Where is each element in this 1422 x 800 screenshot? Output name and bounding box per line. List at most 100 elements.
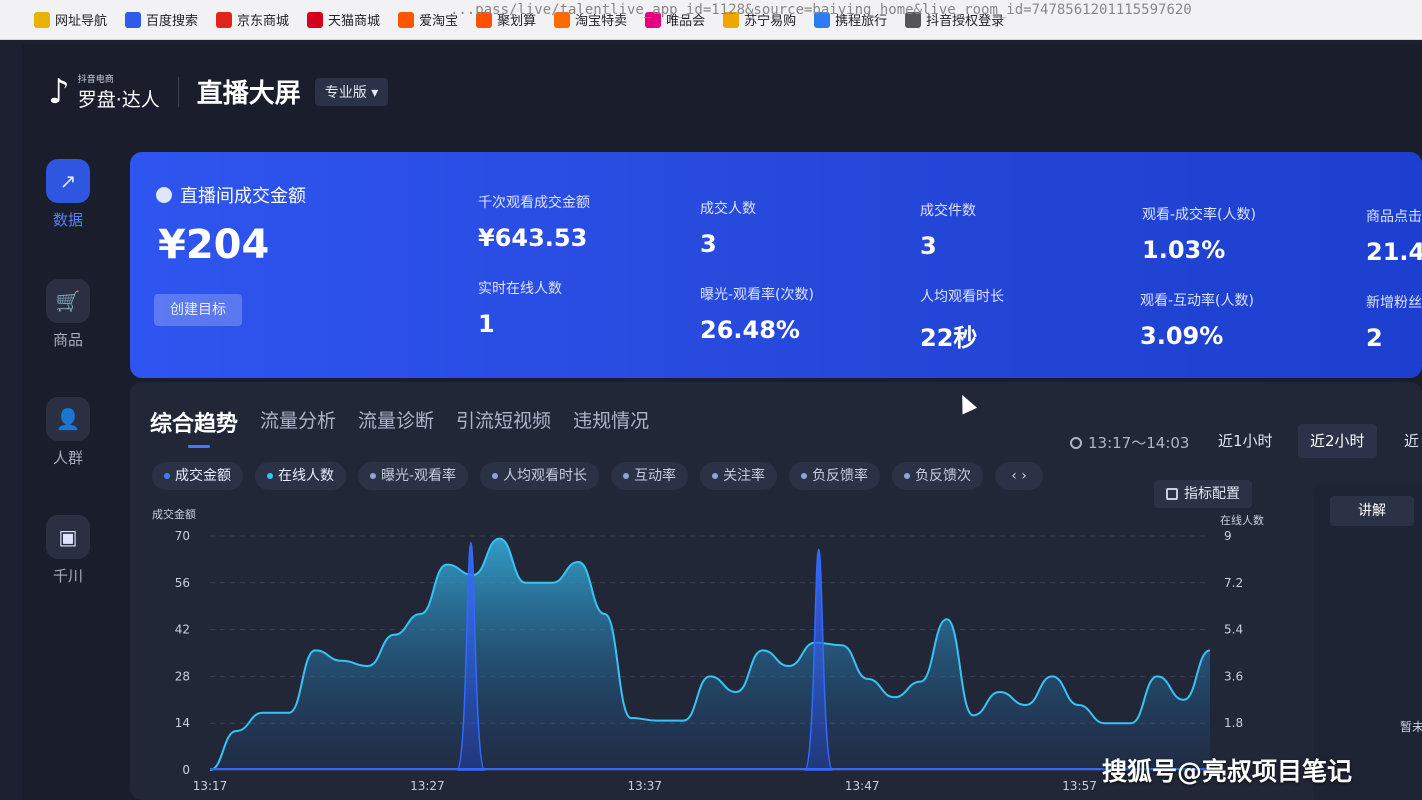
bookmark-label: 百度搜索 (146, 14, 199, 29)
bookmark-label: 天猫商城 (328, 14, 381, 29)
metric-value: 3 (700, 230, 717, 258)
metric-value: 26.48% (700, 316, 800, 344)
chip-exposure-rate[interactable]: 曝光-观看率 (358, 462, 469, 490)
metric-watch-time: 人均观看时长 22秒 (920, 286, 1004, 353)
gmv-label-text: 直播间成交金额 (180, 186, 306, 207)
douyin-logo-icon: ♪ (48, 71, 70, 112)
sidebar-item-qianchuan[interactable]: ▣ 千川 (40, 515, 96, 586)
metric-new-fans: 新增粉丝 2 (1366, 292, 1422, 352)
page-title: 直播大屏 (196, 79, 301, 109)
watermark: 搜狐号@亮叔项目笔记 (1102, 757, 1353, 786)
tab-violations[interactable]: 违规情况 (573, 406, 649, 438)
y-tick-label-right: 3.6 (1224, 669, 1243, 683)
gmv-label: 直播间成交金额 (156, 182, 306, 208)
tab-short-video[interactable]: 引流短视频 (456, 406, 551, 438)
chip-label: 成交金额 (175, 468, 231, 484)
chip-negative-count[interactable]: 负反馈次 (892, 462, 984, 490)
tmall-icon (307, 11, 324, 28)
chip-label: 负反馈率 (812, 468, 869, 484)
metric-buyers: 成交人数 3 (700, 198, 756, 258)
x-tick-label: 13:17 (193, 779, 228, 793)
y-axis-label-right: 在线人数 (1220, 513, 1264, 527)
bookmark-item[interactable]: 网址导航 (34, 10, 107, 29)
y-axis-label-left: 成交金额 (152, 507, 196, 521)
baidu-paw-icon (125, 11, 142, 28)
y-tick-label-right: 5.4 (1224, 623, 1243, 637)
metric-value: 1 (478, 310, 495, 338)
y-tick-label-left: 28 (175, 669, 190, 683)
clock-icon (1070, 436, 1082, 449)
logo-subtitle: 抖音电商 (77, 74, 114, 85)
metric-label: 实时在线人数 (478, 281, 562, 297)
sidebar-item-label: 数据 (52, 211, 83, 229)
globe-icon (34, 11, 50, 28)
sidebar: ↗ 数据 🛒 商品 👤 人群 ▣ 千川 (22, 139, 112, 800)
chip-online[interactable]: 在线人数 (255, 462, 346, 490)
metric-label: 观看-互动率(人数) (1140, 293, 1254, 309)
compass-live-screen: ♪ 抖音电商 罗盘·达人 直播大屏 专业版 ▾ ↗ 数据 🛒 商品 👤 人群 ▣… (22, 44, 1422, 800)
people-icon: 👤 (46, 397, 90, 441)
metric-conversion: 观看-成交率(人数) 1.03% (1142, 204, 1256, 264)
url-fragment[interactable]: ...pass/live/talentlive_app_id=1128&sour… (450, 2, 1192, 18)
metric-value: 3.09% (1140, 322, 1224, 350)
metric-label: 商品点击 (1366, 209, 1422, 225)
jd-icon (216, 11, 233, 28)
sidebar-item-data[interactable]: ↗ 数据 (40, 159, 96, 230)
info-icon (156, 187, 172, 203)
metric-label: 曝光-观看率(次数) (700, 287, 814, 303)
time-range: 13:17～14:03 (1070, 432, 1189, 453)
edition-label: 专业版 (324, 84, 367, 101)
metric-label: 人均观看时长 (920, 289, 1004, 305)
chip-gmv[interactable]: 成交金额 (152, 462, 243, 490)
chip-label: 曝光-观看率 (381, 468, 457, 484)
gmv-value: ¥204 (158, 222, 270, 268)
tab-traffic-analysis[interactable]: 流量分析 (260, 406, 336, 438)
chip-label: 人均观看时长 (503, 468, 588, 484)
bookmark-item[interactable]: 京东商城 (216, 10, 289, 29)
metric-online: 实时在线人数 1 (478, 278, 562, 338)
chip-watch-time[interactable]: 人均观看时长 (480, 462, 600, 490)
chip-follow[interactable]: 关注率 (700, 462, 778, 490)
edition-dropdown[interactable]: 专业版 ▾ (314, 77, 389, 106)
chip-label: 互动率 (634, 468, 677, 484)
logo-title: 罗盘·达人 (77, 88, 160, 111)
x-tick-label: 13:47 (845, 779, 880, 793)
y-tick-label-left: 70 (175, 529, 190, 543)
kpi-card: 直播间成交金额 ¥204 创建目标 千次观看成交金额 ¥643.53 实时在线人数… (130, 152, 1422, 378)
metric-product-click: 商品点击 21.43 (1366, 206, 1422, 266)
bookmark-item[interactable]: 百度搜索 (125, 10, 198, 29)
x-tick-label: 13:37 (627, 779, 662, 793)
y-tick-label-right: 9 (1224, 529, 1232, 543)
metric-gpm: 千次观看成交金额 ¥643.53 (478, 192, 590, 252)
chip-scroll-arrows[interactable]: ‹ › (995, 462, 1044, 490)
app-logo[interactable]: ♪ 抖音电商 罗盘·达人 (48, 72, 160, 112)
bookmark-item[interactable]: 天猫商城 (307, 10, 380, 29)
sidebar-item-audience[interactable]: 👤 人群 (40, 397, 96, 468)
metric-label: 成交件数 (920, 203, 976, 219)
explain-tab[interactable]: 讲解 (1330, 496, 1414, 526)
metric-items: 成交件数 3 (920, 200, 976, 260)
y-tick-label-left: 0 (182, 763, 190, 777)
online-area (210, 538, 1210, 770)
taobao-icon (398, 11, 415, 28)
qianchuan-icon: ▣ (46, 515, 90, 559)
trend-panel: 综合趋势 流量分析 流量诊断 引流短视频 违规情况 13:17～14:03 近1… (130, 382, 1422, 800)
x-tick-label: 13:27 (410, 779, 445, 793)
bookmark-label: 京东商城 (237, 14, 290, 29)
y-tick-label-left: 42 (175, 623, 190, 637)
top-bar: ♪ 抖音电商 罗盘·达人 直播大屏 专业版 ▾ (22, 44, 1422, 139)
metric-value: 2 (1366, 324, 1383, 352)
tab-overall-trend[interactable]: 综合趋势 (150, 406, 238, 448)
chip-interaction[interactable]: 互动率 (611, 462, 689, 490)
range-2h-button[interactable]: 近2小时 (1298, 424, 1377, 458)
range-1h-button[interactable]: 近1小时 (1206, 424, 1285, 458)
tab-traffic-diagnosis[interactable]: 流量诊断 (358, 406, 434, 438)
sidebar-item-goods[interactable]: 🛒 商品 (40, 279, 96, 350)
cart-icon: 🛒 (46, 279, 90, 323)
chip-label: 关注率 (723, 468, 766, 484)
create-goal-button[interactable]: 创建目标 (154, 294, 242, 326)
y-tick-label-left: 14 (175, 716, 190, 730)
chip-negative-rate[interactable]: 负反馈率 (789, 462, 881, 490)
metric-interaction: 观看-互动率(人数) 3.09% (1140, 290, 1254, 350)
range-more-button[interactable]: 近 (1392, 424, 1422, 458)
